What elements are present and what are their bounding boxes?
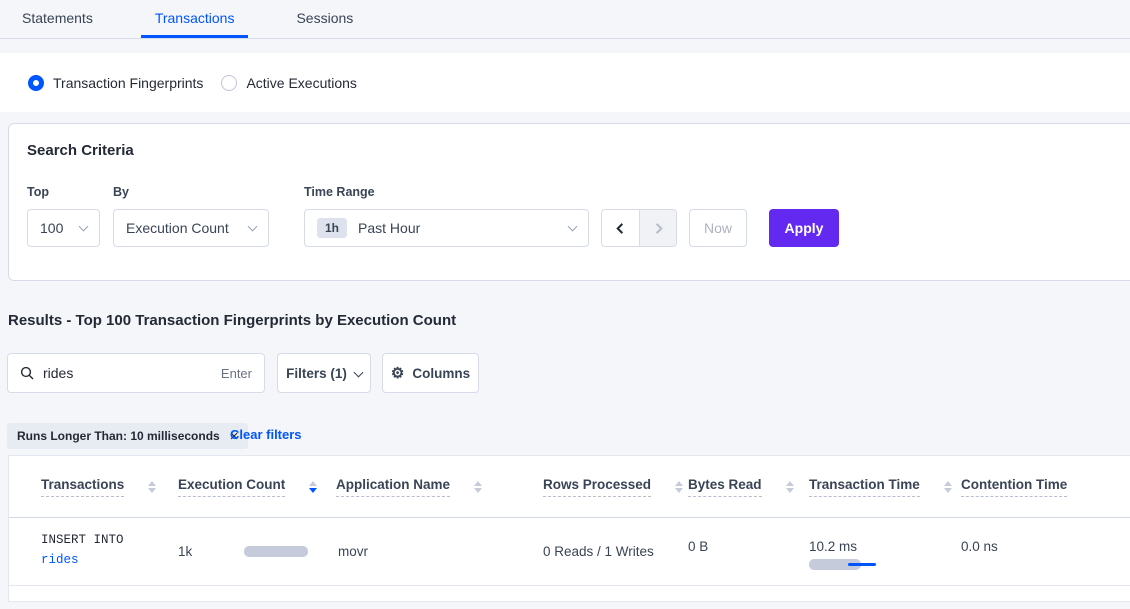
time-range-select[interactable]: 1h Past Hour — [304, 209, 589, 247]
time-next-button[interactable] — [639, 210, 676, 246]
apply-button[interactable]: Apply — [769, 209, 839, 247]
sort-icon[interactable] — [944, 481, 952, 494]
cell-contention-time: 0.0 ns — [961, 539, 998, 554]
results-search-box: Enter — [7, 353, 265, 393]
chevron-right-icon — [652, 222, 665, 235]
search-criteria-title: Search Criteria — [27, 142, 134, 159]
columns-button[interactable]: ⚙ Columns — [382, 353, 479, 393]
execution-count-bar — [244, 546, 308, 557]
time-range-badge: 1h — [317, 218, 347, 238]
cell-application-name: movr — [338, 544, 368, 559]
radio-active-executions[interactable]: Active Executions — [221, 75, 357, 91]
radio-label-fingerprints: Transaction Fingerprints — [53, 75, 203, 91]
transaction-time-value: 10.2 ms — [809, 539, 857, 554]
top-label: Top — [27, 185, 49, 199]
radio-label-active-executions: Active Executions — [246, 75, 357, 91]
cell-execution-count: 1k — [178, 544, 192, 559]
sort-icon[interactable] — [786, 481, 794, 494]
clear-filters-link[interactable]: Clear filters — [230, 427, 302, 442]
gear-icon: ⚙ — [391, 366, 404, 381]
search-criteria-card: Search Criteria Top By Time Range 100 Ex… — [8, 123, 1130, 281]
header-transaction-time[interactable]: Transaction Time — [809, 456, 952, 518]
filter-chip-label: Runs Longer Than: 10 milliseconds — [17, 429, 220, 443]
chevron-down-icon — [79, 221, 89, 231]
search-icon — [20, 366, 34, 380]
filters-button[interactable]: Filters (1) — [277, 353, 371, 393]
sort-icon-active-desc[interactable] — [309, 481, 317, 494]
chevron-down-icon — [353, 367, 363, 377]
sort-icon[interactable] — [148, 481, 156, 494]
header-transactions[interactable]: Transactions — [41, 456, 156, 518]
by-select[interactable]: Execution Count — [113, 209, 269, 247]
results-heading: Results - Top 100 Transaction Fingerprin… — [8, 312, 456, 329]
by-label: By — [113, 185, 129, 199]
tab-transactions[interactable]: Transactions — [141, 0, 249, 38]
transaction-time-bar — [809, 559, 879, 570]
cell-rows-processed: 0 Reads / 1 Writes — [543, 544, 654, 559]
sort-icon[interactable] — [675, 481, 683, 494]
table-header-row: Transactions Execution Count Application… — [9, 456, 1130, 518]
enter-hint: Enter — [221, 366, 252, 381]
cell-transaction-time: 10.2 ms — [809, 539, 879, 570]
filter-chip: Runs Longer Than: 10 milliseconds × — [7, 423, 248, 449]
filters-button-label: Filters (1) — [286, 366, 347, 381]
page-tabbar: Statements Transactions Sessions — [0, 0, 1130, 39]
top-select[interactable]: 100 — [27, 209, 100, 247]
chevron-down-icon — [248, 221, 258, 231]
header-rows-processed[interactable]: Rows Processed — [543, 456, 683, 518]
tab-sessions[interactable]: Sessions — [282, 0, 367, 38]
header-execution-count[interactable]: Execution Count — [178, 456, 317, 518]
top-select-value: 100 — [40, 220, 80, 236]
header-application-name[interactable]: Application Name — [336, 456, 482, 518]
chevron-left-icon — [614, 222, 627, 235]
search-input[interactable] — [43, 365, 212, 381]
radio-transaction-fingerprints[interactable]: Transaction Fingerprints — [28, 75, 203, 91]
header-contention-time[interactable]: Contention Time — [961, 456, 1067, 518]
columns-button-label: Columns — [412, 366, 470, 381]
view-mode-row: Transaction Fingerprints Active Executio… — [0, 53, 1130, 112]
time-range-value: Past Hour — [358, 220, 569, 236]
tab-statements[interactable]: Statements — [8, 0, 107, 38]
chevron-down-icon — [568, 221, 578, 231]
by-select-value: Execution Count — [126, 220, 249, 236]
radio-unselected-icon[interactable] — [221, 75, 237, 91]
table-row: INSERT INTO rides 1k movr 0 Reads / 1 Wr… — [9, 518, 1130, 586]
now-button[interactable]: Now — [689, 209, 747, 247]
time-nav-group — [601, 209, 677, 247]
results-table: Transactions Execution Count Application… — [8, 455, 1130, 602]
header-bytes-read[interactable]: Bytes Read — [688, 456, 794, 518]
time-prev-button[interactable] — [602, 210, 639, 246]
transaction-fingerprint-link[interactable]: INSERT INTO rides — [41, 530, 124, 570]
cell-bytes-read: 0 B — [688, 539, 708, 554]
time-range-label: Time Range — [304, 185, 375, 199]
sort-icon[interactable] — [474, 481, 482, 494]
radio-selected-icon[interactable] — [28, 75, 44, 91]
